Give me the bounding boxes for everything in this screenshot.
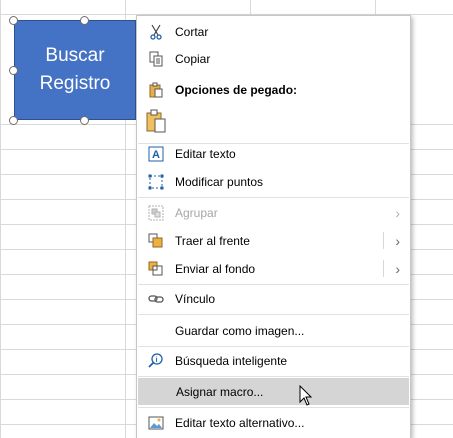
menu-separator bbox=[138, 314, 409, 315]
menu-label-paste-options: Opciones de pegado: bbox=[175, 82, 298, 97]
menu-separator bbox=[138, 407, 409, 408]
scissors-icon bbox=[137, 18, 175, 45]
menu-label-assign-macro: Asignar macro... bbox=[176, 384, 264, 399]
submenu-chevron-icon: › bbox=[395, 204, 400, 221]
menu-label-bring-to-front: Traer al frente bbox=[175, 233, 250, 248]
menu-label-send-to-back: Enviar al fondo bbox=[175, 261, 256, 276]
edit-text-icon: A bbox=[137, 140, 175, 167]
menu-item-save-as-picture[interactable]: Guardar como imagen... bbox=[137, 317, 410, 344]
submenu-divider bbox=[383, 260, 384, 277]
edit-points-icon bbox=[137, 168, 175, 195]
buscar-registro-shape[interactable]: Buscar Registro bbox=[14, 20, 136, 120]
menu-label-smart-lookup: Búsqueda inteligente bbox=[175, 353, 288, 368]
alt-text-icon bbox=[137, 409, 175, 436]
send-to-back-icon bbox=[137, 255, 175, 282]
menu-label-group: Agrupar bbox=[175, 205, 218, 220]
link-icon bbox=[137, 285, 175, 312]
mouse-pointer-icon bbox=[299, 385, 313, 406]
menu-label-link: Vínculo bbox=[175, 291, 216, 306]
menu-item-paste-option[interactable] bbox=[137, 106, 410, 136]
submenu-chevron-icon[interactable]: › bbox=[395, 255, 400, 282]
resize-handle-top-left[interactable] bbox=[9, 16, 18, 25]
menu-item-edit-alt-text[interactable]: Editar texto alternativo... bbox=[137, 409, 410, 436]
menu-item-group: Agrupar › bbox=[137, 199, 410, 226]
submenu-chevron-icon[interactable]: › bbox=[395, 227, 400, 254]
menu-item-cut[interactable]: Cortar bbox=[137, 18, 410, 45]
resize-handle-bottom-mid[interactable] bbox=[80, 116, 89, 125]
menu-item-paste-options: Opciones de pegado: bbox=[137, 76, 410, 103]
submenu-divider bbox=[383, 232, 384, 249]
menu-item-send-to-back[interactable]: Enviar al fondo › bbox=[137, 255, 410, 282]
menu-label-edit-alt-text: Editar texto alternativo... bbox=[175, 415, 305, 430]
smart-lookup-icon: i bbox=[137, 347, 175, 374]
resize-handle-top-mid[interactable] bbox=[80, 16, 89, 25]
menu-item-bring-to-front[interactable]: Traer al frente › bbox=[137, 227, 410, 254]
menu-label-edit-text: Editar texto bbox=[175, 146, 236, 161]
svg-text:A: A bbox=[152, 149, 160, 161]
menu-separator bbox=[138, 197, 409, 198]
menu-item-edit-text[interactable]: A Editar texto bbox=[137, 140, 410, 167]
group-icon bbox=[137, 199, 175, 226]
copy-icon bbox=[137, 45, 175, 72]
menu-item-smart-lookup[interactable]: i Búsqueda inteligente bbox=[137, 347, 410, 374]
resize-handle-mid-left[interactable] bbox=[9, 66, 18, 75]
menu-item-link[interactable]: Vínculo bbox=[137, 285, 410, 312]
menu-label-copy: Copiar bbox=[175, 51, 211, 66]
menu-label-cut: Cortar bbox=[175, 24, 209, 39]
resize-handle-bottom-left[interactable] bbox=[9, 116, 18, 125]
menu-label-edit-points: Modificar puntos bbox=[175, 174, 264, 189]
context-menu: Cortar Copiar Opciones de pegado: A Edit… bbox=[136, 15, 411, 438]
paste-option-icon[interactable] bbox=[137, 106, 175, 136]
menu-item-copy[interactable]: Copiar bbox=[137, 45, 410, 72]
shape-text-line1: Buscar bbox=[45, 45, 105, 66]
menu-item-edit-points[interactable]: Modificar puntos bbox=[137, 168, 410, 195]
bring-to-front-icon bbox=[137, 227, 175, 254]
svg-text:i: i bbox=[156, 357, 158, 364]
menu-label-save-as-picture: Guardar como imagen... bbox=[175, 323, 305, 338]
menu-item-assign-macro[interactable]: Asignar macro... bbox=[138, 378, 409, 405]
paste-icon bbox=[137, 76, 175, 103]
menu-separator bbox=[138, 376, 409, 377]
shape-text-line2: Registro bbox=[39, 73, 111, 94]
